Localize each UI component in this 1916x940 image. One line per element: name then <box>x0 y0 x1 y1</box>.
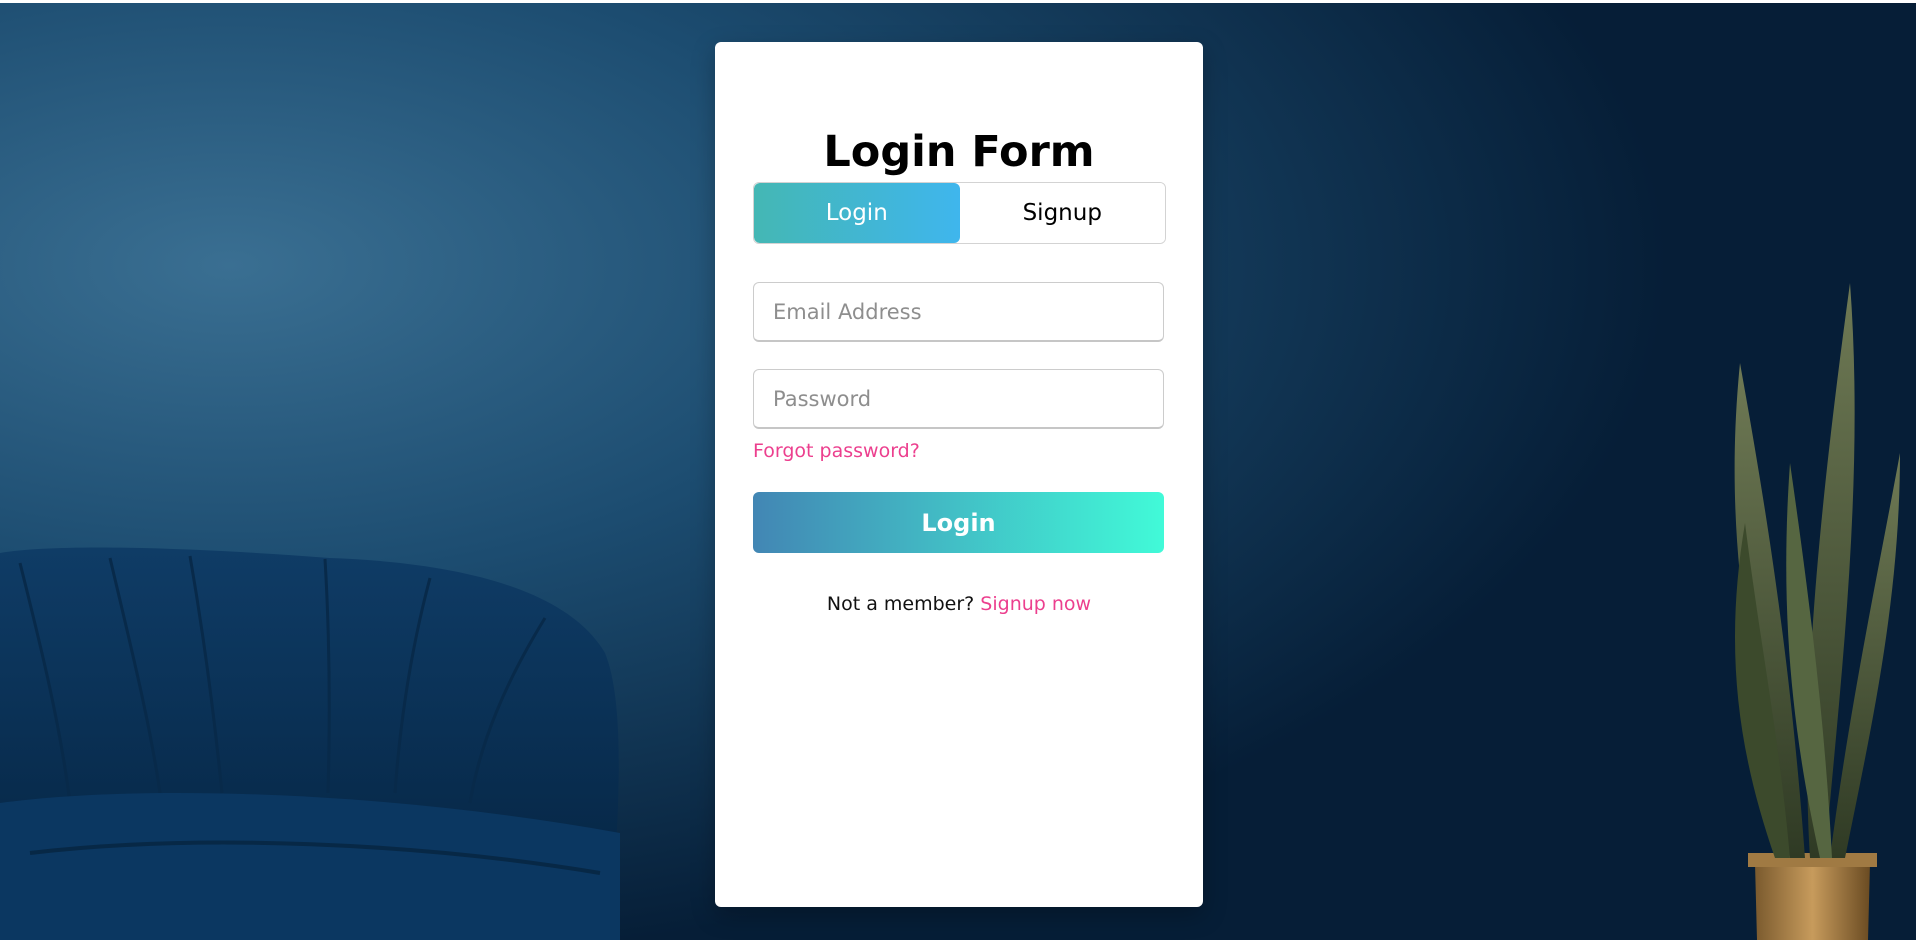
form-title: Login Form <box>823 127 1095 177</box>
login-card: Login Form Login Signup Forgot password?… <box>715 42 1203 907</box>
forgot-password-link[interactable]: Forgot password? <box>753 440 920 462</box>
armchair-illustration <box>0 547 620 940</box>
email-field[interactable] <box>753 282 1164 342</box>
tab-login[interactable]: Login <box>754 183 960 243</box>
signup-now-link[interactable]: Signup now <box>980 593 1091 615</box>
form-tab-switch: Login Signup <box>753 182 1166 244</box>
tab-signup[interactable]: Signup <box>959 183 1165 243</box>
signup-prompt-text: Not a member? <box>826 593 981 615</box>
login-submit-button[interactable]: Login <box>753 492 1164 553</box>
password-field[interactable] <box>753 369 1164 429</box>
signup-prompt-line: Not a member? Signup now <box>715 593 1203 615</box>
